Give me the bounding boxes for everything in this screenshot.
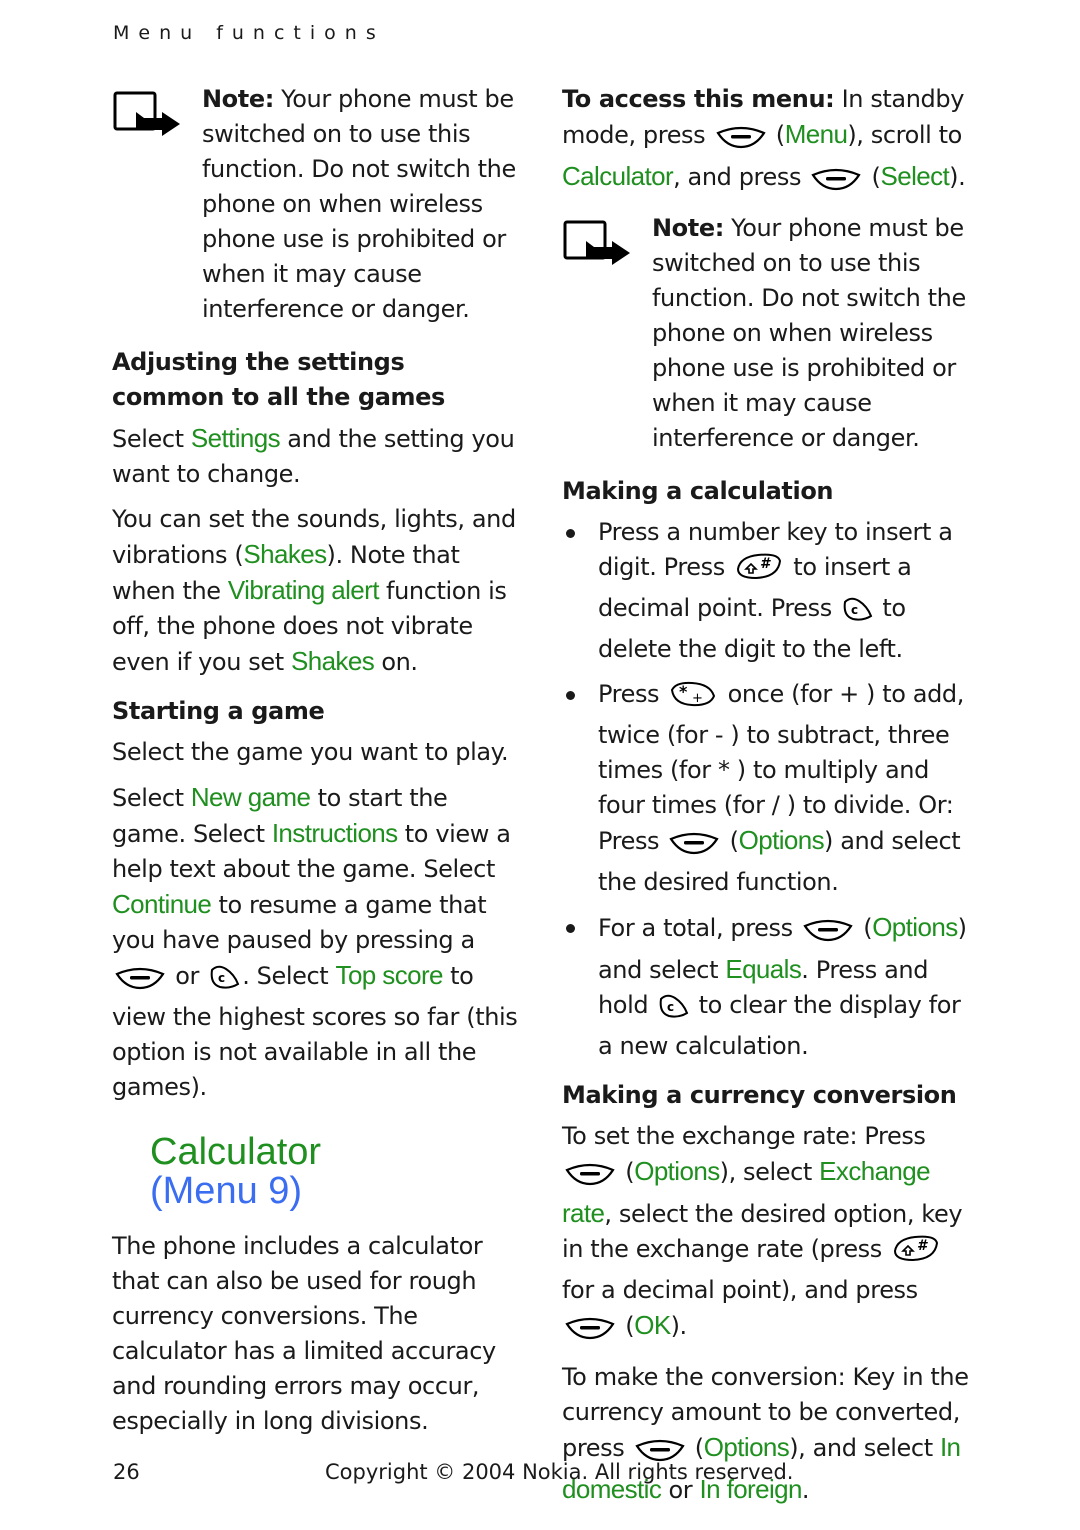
access-instructions: To access this menu: In standby mode, pr… bbox=[562, 82, 972, 201]
ui-term-top-score: Top score bbox=[335, 960, 444, 990]
ui-term-settings: Settings bbox=[190, 423, 281, 453]
left-column: Note: Your phone must be switched on to … bbox=[112, 82, 522, 1449]
list-item: Press a number key to insert a digit. Pr… bbox=[562, 515, 972, 667]
ui-term-options: Options bbox=[738, 825, 825, 855]
calculator-intro: The phone includes a calculator that can… bbox=[112, 1232, 496, 1435]
note-icon bbox=[562, 211, 652, 456]
ui-term-select: Select bbox=[880, 161, 950, 191]
settings-paragraph-2: You can set the sounds, lights, and vibr… bbox=[112, 505, 516, 676]
starting-paragraph-2: Select New game to start the game. Selec… bbox=[112, 782, 518, 1101]
ui-term-ok: OK bbox=[634, 1310, 671, 1340]
menu-number: (Menu 9) bbox=[150, 1170, 303, 1212]
bullet-icon bbox=[566, 691, 575, 700]
settings-heading: Adjusting the settings common to all the… bbox=[112, 348, 445, 411]
page-number: 26 bbox=[113, 1460, 140, 1484]
currency-paragraph-1: To set the exchange rate: Press (Options… bbox=[562, 1119, 972, 1350]
svg-text:*: * bbox=[679, 682, 688, 701]
starting-paragraph-1: Select the game you want to play. bbox=[112, 738, 509, 766]
calculation-heading: Making a calculation bbox=[562, 477, 834, 505]
right-column: To access this menu: In standby mode, pr… bbox=[562, 82, 972, 1518]
svg-text:+: + bbox=[692, 691, 703, 706]
selection-key-icon bbox=[564, 1161, 616, 1196]
calculator-section-title: Calculator (Menu 9) bbox=[150, 1133, 522, 1211]
clear-key-icon: c bbox=[841, 596, 873, 632]
note-block: Note: Your phone must be switched on to … bbox=[112, 82, 522, 327]
selection-key-icon bbox=[802, 917, 854, 952]
ui-term-options: Options bbox=[872, 912, 958, 942]
hash-key-icon: # bbox=[891, 1233, 941, 1273]
currency-heading: Making a currency conversion bbox=[562, 1081, 957, 1109]
ui-term-menu: Menu bbox=[784, 119, 848, 149]
ui-term-new-game: New game bbox=[190, 782, 311, 812]
ui-term-shakes: Shakes bbox=[243, 539, 327, 569]
svg-text:c: c bbox=[667, 1000, 674, 1014]
note-block: Note: Your phone must be switched on to … bbox=[562, 211, 972, 456]
list-item: For a total, press (Options) and select … bbox=[562, 910, 972, 1064]
settings-paragraph-1: Select Settings and the setting you want… bbox=[112, 423, 515, 488]
ui-term-shakes: Shakes bbox=[290, 646, 375, 676]
selection-key-icon bbox=[715, 124, 767, 159]
hash-key-icon: # bbox=[734, 551, 784, 591]
bullet-icon bbox=[566, 924, 575, 933]
ui-term-calculator: Calculator bbox=[562, 161, 674, 191]
svg-text:#: # bbox=[760, 556, 771, 572]
selection-key-icon bbox=[810, 166, 862, 201]
list-item: Press * + once (for + ) to add, twice (fo… bbox=[562, 677, 972, 900]
calculator-title: Calculator bbox=[150, 1131, 322, 1173]
ui-term-vibrating-alert: Vibrating alert bbox=[227, 575, 380, 605]
svg-text:c: c bbox=[218, 971, 225, 985]
selection-key-icon bbox=[564, 1315, 616, 1350]
clear-key-icon: c bbox=[208, 964, 240, 1000]
note-text: Note: Your phone must be switched on to … bbox=[202, 85, 516, 323]
star-key-icon: * + bbox=[668, 680, 718, 718]
note-text: Note: Your phone must be switched on to … bbox=[652, 214, 966, 452]
svg-text:#: # bbox=[917, 1238, 928, 1254]
note-icon bbox=[112, 82, 202, 327]
starting-heading: Starting a game bbox=[112, 697, 325, 725]
ui-term-options: Options bbox=[634, 1156, 720, 1186]
ui-term-continue: Continue bbox=[112, 889, 212, 919]
calculation-steps: Press a number key to insert a digit. Pr… bbox=[562, 515, 972, 1064]
ui-term-equals: Equals bbox=[725, 954, 802, 984]
copyright-notice: Copyright © 2004 Nokia. All rights reser… bbox=[325, 1460, 794, 1484]
ui-term-instructions: Instructions bbox=[271, 818, 398, 848]
running-head: Menu functions bbox=[113, 22, 385, 44]
svg-text:c: c bbox=[851, 603, 858, 617]
bullet-icon bbox=[566, 529, 575, 538]
clear-key-icon: c bbox=[657, 993, 689, 1029]
selection-key-icon bbox=[668, 830, 720, 865]
selection-key-icon bbox=[114, 965, 166, 1000]
currency-paragraph-2: To make the conversion: Key in the curre… bbox=[562, 1363, 969, 1504]
ui-term-options: Options bbox=[703, 1432, 790, 1462]
